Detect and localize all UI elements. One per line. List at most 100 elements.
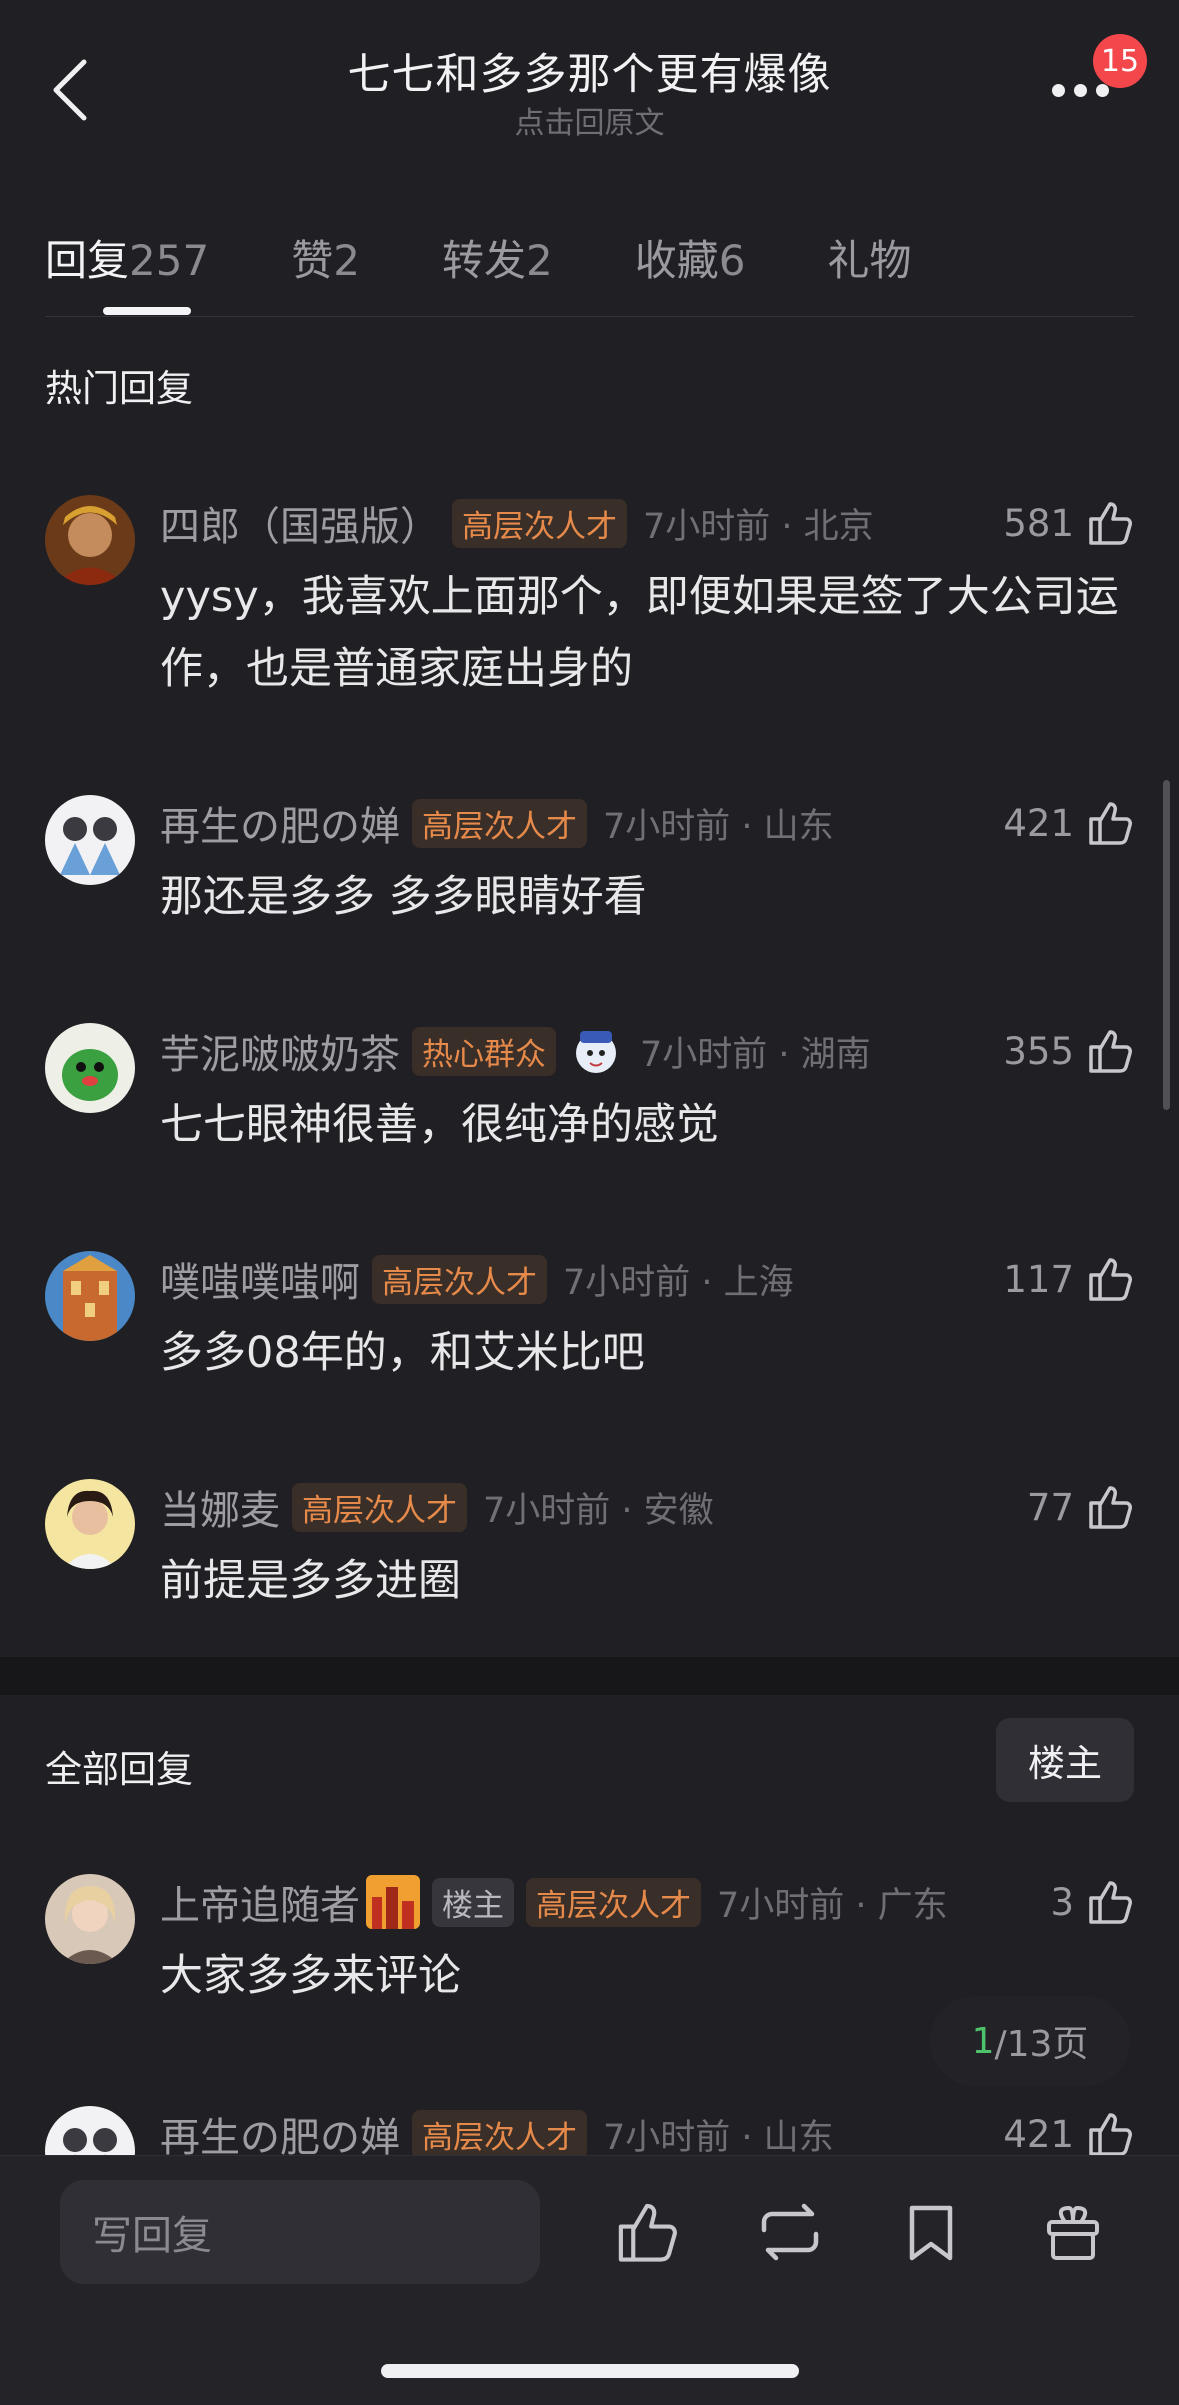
- avatar[interactable]: [45, 1251, 135, 1341]
- favorite-button[interactable]: [891, 2192, 971, 2272]
- like-button[interactable]: 77: [1027, 1479, 1134, 1535]
- total-pages: /13页: [994, 2024, 1089, 2065]
- tab-count: 2: [333, 235, 360, 285]
- page-indicator[interactable]: 1/13页: [930, 1996, 1130, 2086]
- username[interactable]: 上帝追随者: [160, 1873, 360, 1931]
- like-button[interactable]: 355: [1003, 1023, 1134, 1079]
- timestamp-location: 7小时前 · 安徽: [483, 1490, 714, 1531]
- section-separator: [0, 1657, 1179, 1695]
- thumbs-up-icon: [1089, 802, 1132, 845]
- owner-only-filter-button[interactable]: 楼主: [996, 1718, 1134, 1802]
- like-count: 421: [1003, 801, 1074, 845]
- tab-favorites[interactable]: 收藏6: [635, 227, 746, 288]
- tab-gifts[interactable]: 礼物: [827, 227, 911, 288]
- username[interactable]: 当娜麦: [160, 1478, 280, 1536]
- tab-replies[interactable]: 回复257: [45, 227, 209, 288]
- comment-meta: 当娜麦 高层次人才 7小时前 · 安徽: [160, 1479, 714, 1535]
- like-post-button[interactable]: [607, 2192, 687, 2272]
- comment-item: 再生の肥の婵 高层次人才 7小时前 · 山东 421 那还是多多 多多眼睛好看: [0, 795, 1179, 995]
- like-count: 117: [1003, 1257, 1074, 1301]
- username[interactable]: 芋泥啵啵奶茶: [160, 1022, 400, 1080]
- tab-reposts[interactable]: 转发2: [442, 227, 553, 288]
- thumbs-up-icon: [1089, 1030, 1132, 1073]
- home-indicator[interactable]: [381, 2364, 799, 2378]
- more-dot: [1074, 83, 1087, 97]
- like-button[interactable]: 421: [1003, 2106, 1134, 2162]
- timestamp-location: 7小时前 · 湖南: [640, 1034, 871, 1075]
- owner-tag: 楼主: [432, 1877, 514, 1927]
- like-button[interactable]: 117: [1003, 1251, 1134, 1307]
- gift-button[interactable]: [1033, 2192, 1113, 2272]
- comment-text: 前提是多多进圈: [160, 1556, 461, 1606]
- avatar[interactable]: [45, 495, 135, 585]
- gift-icon: [1047, 2205, 1099, 2260]
- username[interactable]: 四郎（国强版）: [160, 494, 440, 552]
- avatar[interactable]: [45, 1023, 135, 1113]
- tab-label: 转发: [441, 235, 526, 285]
- comment-meta: 芋泥啵啵奶茶 热心群众 7小时前 · 湖南: [160, 1023, 871, 1079]
- more-dots-icon: [1052, 83, 1065, 97]
- comment-text: 那还是多多 多多眼睛好看: [160, 872, 647, 922]
- avatar[interactable]: [45, 1479, 135, 1569]
- like-button[interactable]: 421: [1003, 795, 1134, 851]
- username[interactable]: 再生の肥の婵: [160, 794, 400, 852]
- user-tag: 高层次人才: [292, 1482, 467, 1532]
- user-tag: 热心群众: [412, 1026, 556, 1076]
- thumbs-up-icon: [1089, 502, 1132, 545]
- header: 七七和多多那个更有爆像 点击回原文 15: [0, 0, 1179, 170]
- tab-count: 6: [718, 235, 746, 285]
- timestamp-location: 7小时前 · 山东: [603, 806, 834, 847]
- thumbs-up-icon: [1089, 1258, 1132, 1301]
- username[interactable]: 噗嗤噗嗤啊: [160, 1250, 360, 1308]
- comment-meta: 噗嗤噗嗤啊 高层次人才 7小时前 · 上海: [160, 1251, 794, 1307]
- bookmark-icon: [909, 2205, 953, 2261]
- divider: [45, 316, 1134, 317]
- current-page: 1: [971, 2020, 995, 2062]
- more-dot: [1096, 83, 1109, 97]
- thumbs-up-icon: [618, 2203, 677, 2262]
- like-count: 77: [1026, 1485, 1074, 1529]
- user-tag: 高层次人才: [412, 798, 587, 848]
- comment-text: yysy，我喜欢上面那个，即便如果是签了大公司运作，也是普通家庭出身的: [160, 572, 1119, 694]
- comment-meta: 再生の肥の婵 高层次人才 7小时前 · 山东: [160, 795, 834, 851]
- avatar[interactable]: [45, 795, 135, 885]
- user-tag: 高层次人才: [452, 498, 627, 548]
- comment-item: 四郎（国强版） 高层次人才 7小时前 · 北京 581 yysy，我喜欢上面那个…: [0, 495, 1179, 695]
- back-to-original-link[interactable]: 点击回原文: [0, 98, 1179, 142]
- all-replies-heading: 全部回复: [45, 1748, 193, 1791]
- tab-likes[interactable]: 赞2: [291, 227, 360, 288]
- user-tag: 高层次人才: [526, 1877, 701, 1927]
- timestamp-location: 7小时前 · 广东: [717, 1885, 948, 1926]
- timestamp-location: 7小时前 · 山东: [603, 2117, 834, 2158]
- like-count: 421: [1003, 2112, 1074, 2156]
- tab-count: 257: [129, 235, 210, 285]
- user-tag: 高层次人才: [412, 2109, 587, 2159]
- repost-button[interactable]: [750, 2192, 830, 2272]
- comment-text: 多多08年的，和艾米比吧: [160, 1328, 645, 1378]
- thumbs-up-icon: [1089, 1881, 1132, 1924]
- comment-meta: 再生の肥の婵 高层次人才 7小时前 · 山东: [160, 2106, 834, 2162]
- scrollbar[interactable]: [1163, 780, 1170, 1110]
- comment-item: 芋泥啵啵奶茶 热心群众 7小时前 · 湖南 355 七七眼神很善，很纯净的感觉: [0, 1023, 1179, 1223]
- like-count: 3: [1050, 1880, 1074, 1924]
- reply-input[interactable]: 写回复: [60, 2180, 540, 2284]
- timestamp-location: 7小时前 · 北京: [643, 506, 874, 547]
- like-count: 581: [1003, 501, 1074, 545]
- like-button[interactable]: 581: [1003, 495, 1134, 551]
- thumbs-up-icon: [1089, 2113, 1132, 2156]
- badge-mascot-icon: [576, 1031, 616, 1073]
- tab-label: 赞: [291, 235, 334, 285]
- like-button[interactable]: 3: [1050, 1874, 1134, 1930]
- comment-item: 噗嗤噗嗤啊 高层次人才 7小时前 · 上海 117 多多08年的，和艾米比吧: [0, 1251, 1179, 1451]
- comment-item: 当娜麦 高层次人才 7小时前 · 安徽 77 前提是多多进圈: [0, 1479, 1179, 1679]
- thumbs-up-icon: [1089, 1486, 1132, 1529]
- avatar[interactable]: [45, 1874, 135, 1964]
- comment-text: 七七眼神很善，很纯净的感觉: [160, 1100, 719, 1150]
- active-tab-indicator: [103, 307, 191, 315]
- tab-label: 回复: [45, 235, 130, 285]
- tab-bar: 回复257 赞2 转发2 收藏6 礼物: [45, 222, 993, 292]
- tab-count: 2: [525, 235, 553, 285]
- tab-label: 收藏: [634, 235, 719, 285]
- comment-meta: 四郎（国强版） 高层次人才 7小时前 · 北京: [160, 495, 874, 551]
- city-badge-icon: [366, 1875, 420, 1929]
